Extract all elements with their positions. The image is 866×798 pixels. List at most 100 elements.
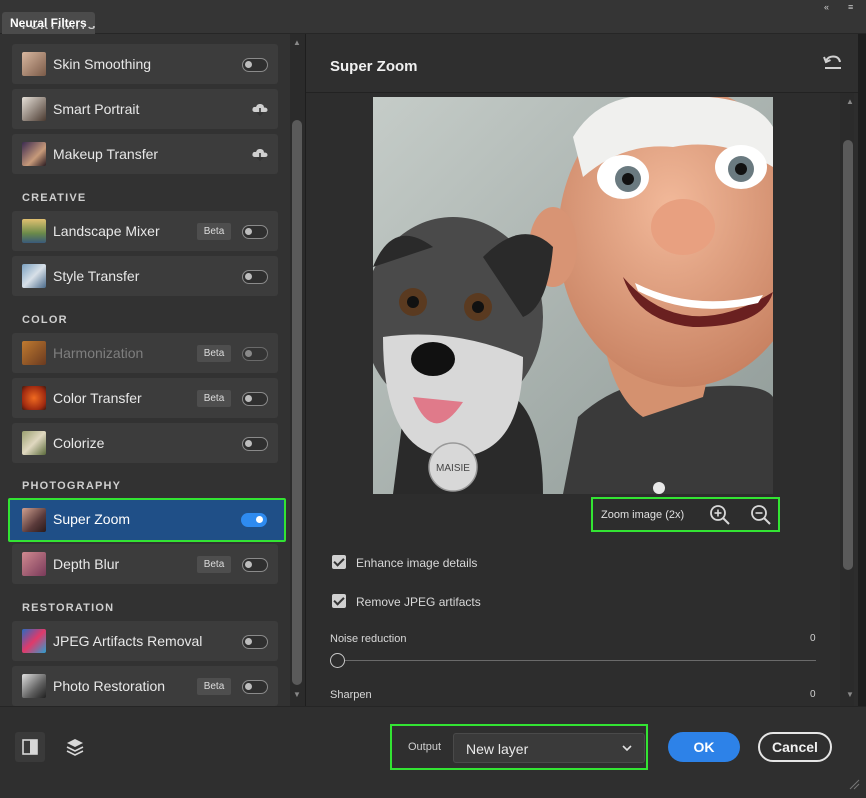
super-zoom-thumbnail xyxy=(22,508,46,532)
filter-item-super-zoom[interactable]: Super Zoom xyxy=(8,498,286,542)
zoom-controls: Zoom image (2x) xyxy=(591,497,780,532)
colorize-thumbnail xyxy=(22,431,46,455)
colorize-toggle[interactable] xyxy=(242,437,268,451)
preview-position-marker[interactable] xyxy=(653,482,665,494)
style-transfer-toggle[interactable] xyxy=(242,270,268,284)
section-restoration: RESTORATION xyxy=(22,602,115,614)
settings-scroll-down-icon[interactable]: ▼ xyxy=(845,690,855,699)
filter-label: Super Zoom xyxy=(53,511,131,527)
layers-button[interactable] xyxy=(60,732,90,762)
resize-grip-icon[interactable] xyxy=(848,778,860,790)
cloud-download-icon[interactable] xyxy=(251,100,269,118)
section-portraits-partial: PORTRAITS xyxy=(22,26,97,32)
scroll-up-arrow-icon[interactable]: ▲ xyxy=(292,38,302,47)
output-control: Output New layer xyxy=(390,724,648,770)
chevron-down-icon xyxy=(622,745,632,752)
jpeg-artifacts-thumbnail xyxy=(22,629,46,653)
filter-label: Color Transfer xyxy=(53,390,142,406)
preview-image[interactable]: MAISIE xyxy=(373,97,773,494)
photo-restoration-toggle[interactable] xyxy=(242,680,268,694)
panel-title: Super Zoom xyxy=(330,58,418,75)
enhance-details-checkbox[interactable] xyxy=(332,555,346,569)
depth-blur-thumbnail xyxy=(22,552,46,576)
scroll-down-arrow-icon[interactable]: ▼ xyxy=(292,690,302,699)
filter-label: Smart Portrait xyxy=(53,101,140,117)
filter-item-smart-portrait[interactable]: Smart Portrait xyxy=(12,89,278,129)
filter-label: Skin Smoothing xyxy=(53,56,152,72)
sharpen-value: 0 xyxy=(810,689,816,700)
dog-tag-text: MAISIE xyxy=(436,463,470,474)
beta-badge: Beta xyxy=(197,556,231,573)
settings-scroll-up-icon[interactable]: ▲ xyxy=(845,97,855,106)
skin-smoothing-toggle[interactable] xyxy=(242,58,268,72)
style-transfer-thumbnail xyxy=(22,264,46,288)
filter-label: Harmonization xyxy=(53,345,144,361)
beta-badge: Beta xyxy=(197,678,231,695)
color-transfer-thumbnail xyxy=(22,386,46,410)
beta-badge: Beta xyxy=(197,223,231,240)
beta-badge: Beta xyxy=(197,390,231,407)
section-creative: CREATIVE xyxy=(22,192,87,204)
filter-item-landscape-mixer[interactable]: Landscape Mixer Beta xyxy=(12,211,278,251)
photo-restoration-thumbnail xyxy=(22,674,46,698)
skin-smoothing-thumbnail xyxy=(22,52,46,76)
filter-item-makeup-transfer[interactable]: Makeup Transfer xyxy=(12,134,278,174)
noise-reduction-value: 0 xyxy=(810,633,816,644)
remove-jpeg-artifacts-label: Remove JPEG artifacts xyxy=(356,595,481,609)
zoom-in-icon[interactable] xyxy=(709,504,731,526)
super-zoom-toggle[interactable] xyxy=(241,513,267,527)
filter-item-jpeg-artifacts-removal[interactable]: JPEG Artifacts Removal xyxy=(12,621,278,661)
landscape-mixer-toggle[interactable] xyxy=(242,225,268,239)
landscape-mixer-thumbnail xyxy=(22,219,46,243)
filter-label: Style Transfer xyxy=(53,268,140,284)
section-color: COLOR xyxy=(22,314,68,326)
zoom-label: Zoom image (2x) xyxy=(601,509,685,521)
depth-blur-toggle[interactable] xyxy=(242,558,268,572)
filter-label: Depth Blur xyxy=(53,556,120,572)
filter-item-color-transfer[interactable]: Color Transfer Beta xyxy=(12,378,278,418)
remove-jpeg-artifacts-checkbox[interactable] xyxy=(332,594,346,608)
sharpen-label: Sharpen xyxy=(330,689,372,701)
title-bar: Neural Filters « ≡ xyxy=(0,0,866,34)
section-photography: PHOTOGRAPHY xyxy=(22,480,122,492)
noise-reduction-label: Noise reduction xyxy=(330,633,407,645)
preview-illustration: MAISIE xyxy=(373,97,773,494)
filter-item-style-transfer[interactable]: Style Transfer xyxy=(12,256,278,296)
makeup-transfer-thumbnail xyxy=(22,142,46,166)
filter-item-skin-smoothing[interactable]: Skin Smoothing xyxy=(12,44,278,84)
output-dropdown[interactable]: New layer xyxy=(453,733,645,763)
filter-label: Landscape Mixer xyxy=(53,223,160,239)
panel-menu-icon[interactable]: ≡ xyxy=(848,2,853,12)
panel-header: Super Zoom xyxy=(306,34,858,93)
filter-list-scroll-thumb[interactable] xyxy=(292,120,302,685)
harmonization-thumbnail xyxy=(22,341,46,365)
filter-label: Photo Restoration xyxy=(53,678,166,694)
split-view-icon xyxy=(22,739,38,755)
filter-label: Makeup Transfer xyxy=(53,146,159,162)
noise-reduction-slider-track[interactable] xyxy=(338,660,816,661)
output-label: Output xyxy=(408,741,442,753)
output-selected-value: New layer xyxy=(466,741,529,757)
enhance-details-label: Enhance image details xyxy=(356,556,478,570)
filter-label: Colorize xyxy=(53,435,105,451)
filter-item-depth-blur[interactable]: Depth Blur Beta xyxy=(12,544,278,584)
filter-label: JPEG Artifacts Removal xyxy=(53,633,203,649)
beta-badge: Beta xyxy=(197,345,231,362)
filter-item-colorize[interactable]: Colorize xyxy=(12,423,278,463)
noise-reduction-slider-knob[interactable] xyxy=(330,653,345,668)
filter-item-harmonization[interactable]: Harmonization Beta xyxy=(12,333,278,373)
layers-icon xyxy=(66,739,84,756)
zoom-out-icon[interactable] xyxy=(750,504,772,526)
cloud-download-icon[interactable] xyxy=(251,145,269,163)
harmonization-toggle[interactable] xyxy=(242,347,268,361)
reset-icon[interactable] xyxy=(822,54,844,72)
jpeg-artifacts-toggle[interactable] xyxy=(242,635,268,649)
filter-item-photo-restoration[interactable]: Photo Restoration Beta xyxy=(12,666,278,706)
collapse-icon[interactable]: « xyxy=(824,2,829,12)
cancel-button[interactable]: Cancel xyxy=(758,732,832,762)
settings-scroll-thumb[interactable] xyxy=(843,140,853,570)
ok-button[interactable]: OK xyxy=(668,732,740,762)
color-transfer-toggle[interactable] xyxy=(242,392,268,406)
compare-view-button[interactable] xyxy=(15,732,45,762)
smart-portrait-thumbnail xyxy=(22,97,46,121)
